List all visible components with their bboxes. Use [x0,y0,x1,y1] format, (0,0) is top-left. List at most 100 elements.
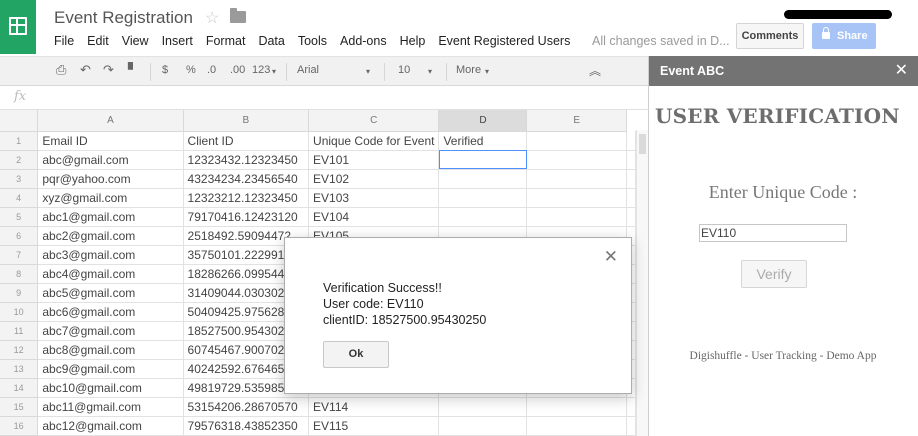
close-icon[interactable]: ✕ [895,56,908,86]
grid-cell[interactable]: abc6@gmail.com [37,302,184,322]
grid-cell[interactable]: 79576318.43852350 [183,416,310,436]
star-icon[interactable]: ☆ [205,8,219,28]
row-number[interactable]: 13 [0,359,39,379]
grid-cell[interactable]: EV115 [308,416,440,436]
grid-cell[interactable]: 12323212.12323450 [183,188,310,208]
grid-cell[interactable] [438,169,528,189]
menu-insert[interactable]: Insert [162,34,193,48]
row-number[interactable]: 1 [0,131,39,151]
menu-event-registered-users[interactable]: Event Registered Users [438,34,570,48]
column-header-d[interactable]: D [438,110,528,132]
grid-cell[interactable] [626,188,636,208]
grid-cell[interactable] [526,207,627,227]
menu-edit[interactable]: Edit [87,34,109,48]
redo-icon[interactable]: ↷ [103,62,114,78]
grid-cell[interactable] [526,169,627,189]
grid-cell[interactable]: EV104 [308,207,440,227]
scrollbar-thumb[interactable] [639,134,646,154]
folder-icon[interactable] [230,8,246,23]
grid-cell[interactable] [526,131,627,151]
menu-view[interactable]: View [122,34,149,48]
grid-cell[interactable] [626,150,636,170]
grid-cell[interactable]: abc@gmail.com [37,150,184,170]
row-number[interactable]: 4 [0,188,39,208]
increase-decimal-button[interactable]: .00 [230,64,245,76]
grid-cell[interactable] [626,397,636,417]
grid-cell[interactable]: pqr@yahoo.com [37,169,184,189]
menu-file[interactable]: File [54,34,74,48]
grid-cell[interactable] [626,207,636,227]
grid-cell[interactable]: Email ID [37,131,184,151]
grid-cell[interactable]: abc10@gmail.com [37,378,184,398]
grid-cell[interactable] [438,416,528,436]
grid-cell[interactable]: EV103 [308,188,440,208]
grid-cell[interactable]: Client ID [183,131,310,151]
ok-button[interactable]: Ok [323,341,389,368]
grid-cell[interactable] [438,207,528,227]
number-format-button[interactable]: 123 [252,64,270,76]
more-button[interactable]: More [456,64,481,76]
paint-format-icon[interactable]: ▘ [128,62,138,78]
menu-help[interactable]: Help [400,34,426,48]
chevron-down-icon[interactable]: ▾ [366,67,370,76]
row-number[interactable]: 16 [0,416,39,436]
column-header-b[interactable]: B [183,110,310,132]
comments-button[interactable]: Comments [736,23,804,49]
grid-cell[interactable]: abc8@gmail.com [37,340,184,360]
share-button[interactable]: Share [812,23,876,49]
verify-button[interactable]: Verify [741,260,807,288]
decrease-decimal-button[interactable]: .0 [207,64,216,76]
unique-code-input[interactable] [699,224,847,242]
row-number[interactable]: 14 [0,378,39,398]
grid-cell[interactable]: abc1@gmail.com [37,207,184,227]
grid-cell[interactable]: abc7@gmail.com [37,321,184,341]
grid-cell[interactable]: EV114 [308,397,440,417]
row-number[interactable]: 11 [0,321,39,341]
grid-cell[interactable]: 12323432.12323450 [183,150,310,170]
grid-cell[interactable]: EV101 [308,150,440,170]
row-number[interactable]: 5 [0,207,39,227]
percent-button[interactable]: % [186,64,196,76]
select-all-corner[interactable] [0,110,39,132]
row-number[interactable]: 15 [0,397,39,417]
chevron-down-icon[interactable]: ▾ [428,67,432,76]
menu-data[interactable]: Data [258,34,284,48]
grid-cell[interactable]: abc5@gmail.com [37,283,184,303]
grid-cell[interactable] [526,150,627,170]
row-number[interactable]: 8 [0,264,39,284]
grid-cell[interactable]: Verified [438,131,528,151]
font-select[interactable]: Arial [297,64,319,76]
column-header-a[interactable]: A [37,110,184,132]
grid-cell[interactable]: xyz@gmail.com [37,188,184,208]
collapse-icon[interactable]: ︽ [589,62,601,79]
grid-cell[interactable]: abc3@gmail.com [37,245,184,265]
menu-addons[interactable]: Add-ons [340,34,387,48]
save-status[interactable]: All changes saved in D... [592,34,730,48]
formula-bar[interactable]: fx [0,86,648,110]
font-size-select[interactable]: 10 [398,64,410,76]
row-number[interactable]: 2 [0,150,39,170]
undo-icon[interactable]: ↶ [80,62,91,78]
grid-cell[interactable]: Unique Code for Event [308,131,440,151]
row-number[interactable]: 3 [0,169,39,189]
row-number[interactable]: 9 [0,283,39,303]
grid-cell[interactable] [438,188,528,208]
grid-cell[interactable] [438,397,528,417]
grid-cell[interactable] [526,188,627,208]
currency-button[interactable]: $ [162,64,168,76]
grid-cell[interactable] [526,397,627,417]
row-number[interactable]: 6 [0,226,39,246]
close-icon[interactable]: ✕ [604,247,618,267]
menu-tools[interactable]: Tools [298,34,327,48]
grid-cell[interactable] [626,169,636,189]
chevron-down-icon[interactable]: ▾ [272,67,276,76]
grid-cell[interactable]: 43234234.23456540 [183,169,310,189]
grid-cell[interactable] [626,131,636,151]
grid-cell[interactable]: 79170416.12423120 [183,207,310,227]
grid-cell[interactable]: abc2@gmail.com [37,226,184,246]
grid-cell[interactable]: EV102 [308,169,440,189]
chevron-down-icon[interactable]: ▾ [485,67,489,76]
grid-cell[interactable]: abc4@gmail.com [37,264,184,284]
menu-format[interactable]: Format [206,34,246,48]
row-number[interactable]: 10 [0,302,39,322]
